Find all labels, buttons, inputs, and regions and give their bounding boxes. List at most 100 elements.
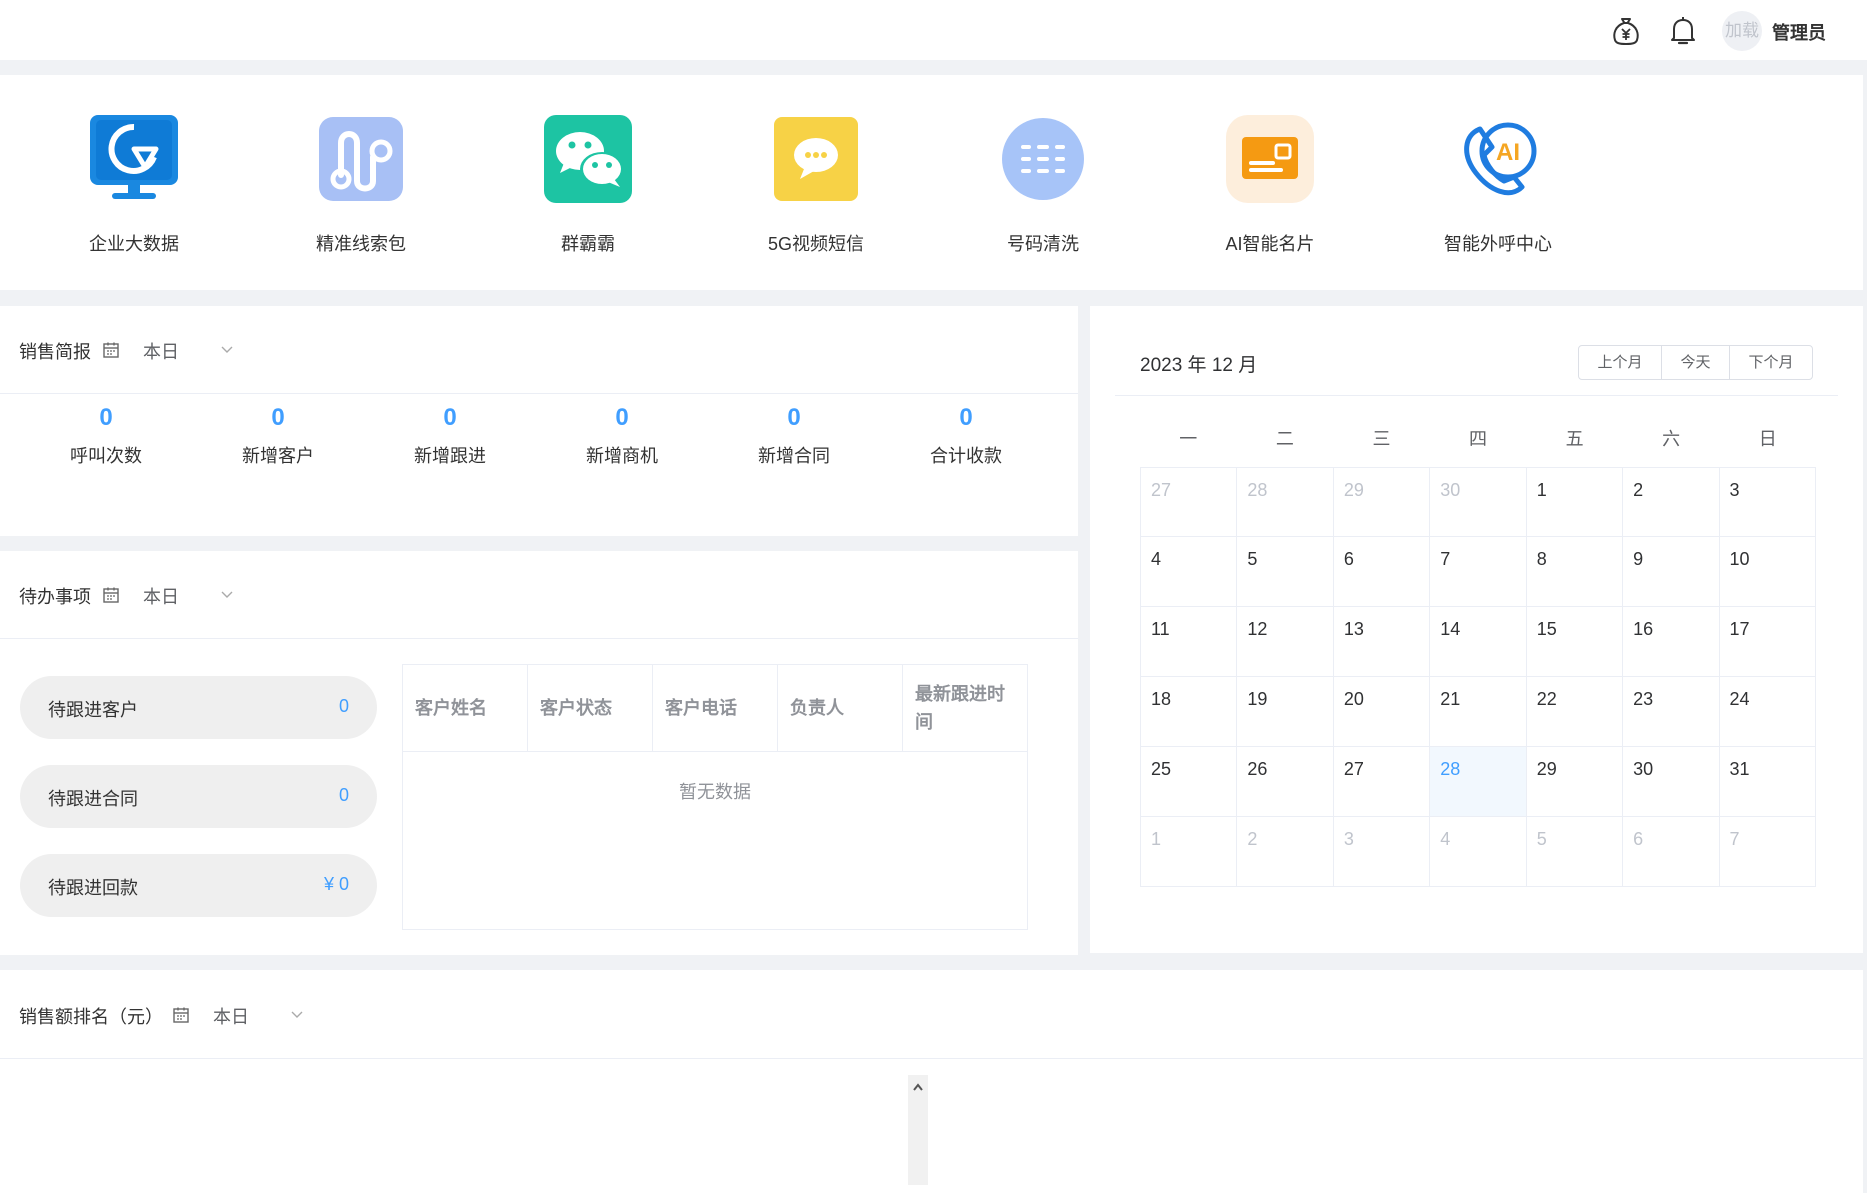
monitor-chart-icon (90, 115, 178, 203)
calendar-day[interactable]: 5 (1526, 817, 1624, 887)
prev-month-button[interactable]: 上个月 (1578, 345, 1662, 380)
calendar-day[interactable]: 29 (1333, 467, 1431, 537)
panel-header: 待办事项 本日 (0, 551, 1078, 639)
calendar-day[interactable]: 14 (1430, 607, 1527, 677)
app-precise-leads[interactable]: 精准线索包 (281, 75, 441, 290)
calendar-day[interactable]: 7 (1430, 537, 1527, 607)
calendar-day[interactable]: 11 (1140, 607, 1238, 677)
app-label: AI智能名片 (1225, 234, 1315, 254)
calendar-day[interactable]: 23 (1623, 677, 1720, 747)
stat-total-receipts[interactable]: 0 合计收款 (880, 404, 1052, 468)
calendar-day[interactable]: 10 (1719, 537, 1816, 607)
calendar-day[interactable]: 17 (1719, 607, 1816, 677)
calendar-title: 2023 年 12 月 (1140, 355, 1258, 376)
app-qunbaba[interactable]: 群霸霸 (508, 75, 668, 290)
todo-label: 待跟进客户 (48, 700, 138, 720)
calendar-day[interactable]: 4 (1430, 817, 1527, 887)
username[interactable]: 管理员 (1772, 19, 1826, 45)
scroll-up-arrow-icon[interactable] (912, 1079, 924, 1091)
scrollbar[interactable] (908, 1075, 928, 1185)
calendar-day[interactable]: 28 (1237, 467, 1334, 537)
date-range-select[interactable]: 本日 (143, 338, 179, 364)
money-bag-icon[interactable] (1609, 14, 1643, 48)
chevron-down-icon[interactable] (219, 586, 235, 602)
stat-new-opportunities[interactable]: 0 新增商机 (536, 404, 708, 468)
todo-label: 待跟进合同 (48, 789, 138, 809)
stat-new-contracts[interactable]: 0 新增合同 (708, 404, 880, 468)
calendar-day[interactable]: 30 (1623, 747, 1720, 817)
calendar-day-today[interactable]: 28 (1430, 747, 1527, 817)
calendar-day[interactable]: 27 (1140, 467, 1238, 537)
bell-icon[interactable] (1666, 14, 1700, 48)
calendar-day[interactable]: 2 (1237, 817, 1334, 887)
calendar-day[interactable]: 26 (1237, 747, 1334, 817)
chevron-down-icon[interactable] (219, 341, 235, 357)
calendar-day[interactable]: 15 (1526, 607, 1624, 677)
stat-value: 0 (99, 404, 113, 431)
calendar-week: 27 28 29 30 1 2 3 (1140, 467, 1816, 537)
date-range-select[interactable]: 本日 (213, 1003, 249, 1029)
calendar-day[interactable]: 1 (1140, 817, 1238, 887)
calendar-day[interactable]: 22 (1526, 677, 1624, 747)
app-number-cleaning[interactable]: 号码清洗 (963, 75, 1123, 290)
stat-new-followups[interactable]: 0 新增跟进 (364, 404, 536, 468)
todo-pending-contracts[interactable]: 待跟进合同 0 (20, 765, 377, 828)
todo-panel: 待办事项 本日 待跟进客户 0 待跟进合同 0 待跟进回款 ¥ 0 客户姓名 客… (0, 551, 1078, 955)
calendar-panel: 2023 年 12 月 上个月 今天 下个月 一二三四五六日 27 28 29 30 1… (1090, 306, 1863, 953)
stat-label: 新增跟进 (414, 446, 486, 466)
calendar-day[interactable]: 3 (1333, 817, 1431, 887)
calendar-day[interactable]: 6 (1623, 817, 1720, 887)
calendar-day[interactable]: 4 (1140, 537, 1238, 607)
calendar-day[interactable]: 5 (1237, 537, 1334, 607)
stat-new-customers[interactable]: 0 新增客户 (192, 404, 364, 468)
calendar-day[interactable]: 13 (1333, 607, 1431, 677)
date-range-select[interactable]: 本日 (143, 583, 179, 609)
column-header[interactable]: 客户状态 (528, 665, 653, 752)
app-enterprise-bigdata[interactable]: 企业大数据 (54, 75, 214, 290)
calendar-day[interactable]: 31 (1719, 747, 1816, 817)
top-header: 加载 管理员 (0, 0, 1867, 60)
card-icon (1226, 115, 1314, 203)
calendar-day[interactable]: 8 (1526, 537, 1624, 607)
panel-title: 待办事项 (19, 587, 91, 607)
calendar-day[interactable]: 29 (1526, 747, 1624, 817)
todo-pending-customers[interactable]: 待跟进客户 0 (20, 676, 377, 739)
calendar-day[interactable]: 18 (1140, 677, 1238, 747)
calendar-week: 11 12 13 14 15 16 17 (1140, 607, 1816, 677)
calendar-day[interactable]: 21 (1430, 677, 1527, 747)
calendar-day[interactable]: 27 (1333, 747, 1431, 817)
app-5g-video-sms[interactable]: 5G视频短信 (736, 75, 896, 290)
today-button[interactable]: 今天 (1661, 345, 1730, 380)
calendar-day[interactable]: 6 (1333, 537, 1431, 607)
next-month-button[interactable]: 下个月 (1729, 345, 1813, 380)
column-header[interactable]: 客户姓名 (403, 665, 528, 752)
svg-text:AI: AI (1496, 139, 1520, 166)
empty-text: 暂无数据 (679, 782, 751, 802)
panel-title: 销售额排名（元） (19, 1007, 163, 1027)
todo-pending-payments[interactable]: 待跟进回款 ¥ 0 (20, 854, 377, 917)
calendar-day[interactable]: 25 (1140, 747, 1238, 817)
stat-call-count[interactable]: 0 呼叫次数 (20, 404, 192, 468)
weekday-label: 四 (1469, 429, 1488, 449)
calendar-day[interactable]: 12 (1237, 607, 1334, 677)
calendar-day[interactable]: 3 (1719, 467, 1816, 537)
avatar[interactable]: 加载 (1722, 11, 1762, 51)
column-header[interactable]: 最新跟进时间 (903, 665, 1027, 752)
calendar-day[interactable]: 24 (1719, 677, 1816, 747)
app-label: 号码清洗 (1007, 234, 1079, 254)
ai-phone-icon: AI (1454, 115, 1542, 203)
chevron-down-icon[interactable] (289, 1006, 305, 1022)
todo-count: 0 (338, 785, 349, 805)
calendar-day[interactable]: 16 (1623, 607, 1720, 677)
app-ai-business-card[interactable]: AI智能名片 (1190, 75, 1350, 290)
calendar-day[interactable]: 30 (1430, 467, 1527, 537)
calendar-day[interactable]: 20 (1333, 677, 1431, 747)
calendar-day[interactable]: 2 (1623, 467, 1720, 537)
calendar-day[interactable]: 9 (1623, 537, 1720, 607)
column-header[interactable]: 客户电话 (653, 665, 778, 752)
calendar-day[interactable]: 1 (1526, 467, 1624, 537)
calendar-day[interactable]: 19 (1237, 677, 1334, 747)
column-header[interactable]: 负责人 (778, 665, 903, 752)
calendar-day[interactable]: 7 (1719, 817, 1816, 887)
app-smart-call-center[interactable]: AI 智能外呼中心 (1418, 75, 1578, 290)
